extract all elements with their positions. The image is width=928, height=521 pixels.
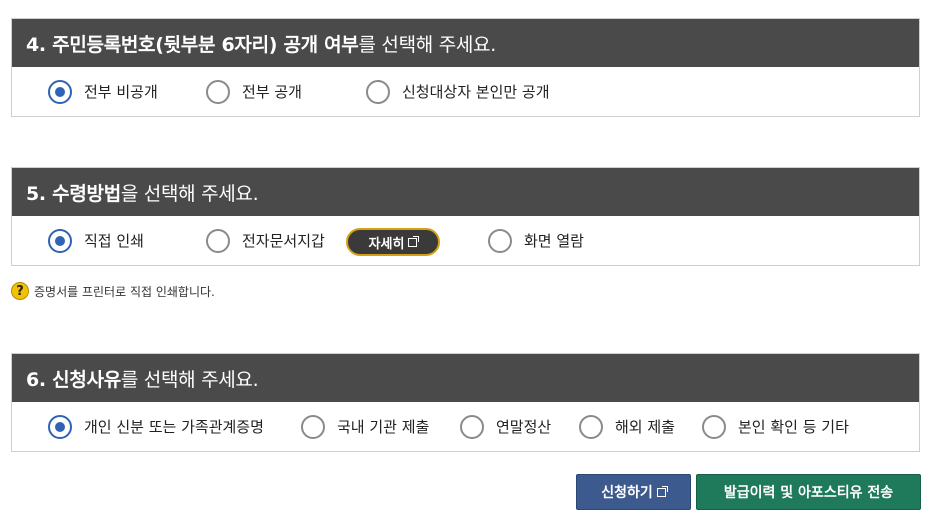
help-text: 증명서를 프린터로 직접 인쇄합니다. [34, 284, 215, 299]
radio-option-e-wallet[interactable]: 전자문서지갑 [206, 216, 325, 265]
section-receive-method: 5. 수령방법 을 선택해 주세요. 직접 인쇄 전자문서지갑 자세히 화면 열람 [11, 167, 920, 266]
radio-label: 직접 인쇄 [84, 232, 144, 250]
radio-option-personal-family[interactable]: 개인 신분 또는 가족관계증명 [48, 402, 264, 451]
radio-option-all-private[interactable]: 전부 비공개 [48, 67, 158, 116]
radio-label: 전부 공개 [242, 83, 302, 101]
radio-label: 본인 확인 등 기타 [738, 418, 849, 436]
radio-option-domestic-agency[interactable]: 국내 기관 제출 [301, 402, 429, 451]
section-4-header: 4. 주민등록번호(뒷부분 6자리) 공개 여부 를 선택해 주세요. [12, 19, 919, 67]
radio-label: 화면 열람 [524, 232, 584, 250]
radio-option-overseas[interactable]: 해외 제출 [579, 402, 675, 451]
section-resident-number-disclosure: 4. 주민등록번호(뒷부분 6자리) 공개 여부 를 선택해 주세요. 전부 비공… [11, 18, 920, 117]
receive-method-help: ? 증명서를 프린터로 직접 인쇄합니다. [11, 282, 215, 300]
radio-label: 국내 기관 제출 [337, 418, 430, 436]
radio-unchecked-icon[interactable] [301, 414, 325, 439]
radio-option-screen-view[interactable]: 화면 열람 [488, 216, 584, 265]
radio-label: 해외 제출 [615, 418, 675, 436]
radio-unchecked-icon[interactable] [206, 228, 230, 253]
question-icon: ? [11, 282, 29, 300]
radio-label: 연말정산 [496, 418, 552, 436]
radio-option-self-only-public[interactable]: 신청대상자 본인만 공개 [366, 67, 550, 116]
radio-checked-icon[interactable] [48, 414, 72, 439]
radio-unchecked-icon[interactable] [488, 228, 512, 253]
radio-label: 전자문서지갑 [242, 232, 325, 250]
detail-button[interactable]: 자세히 [346, 228, 440, 256]
radio-unchecked-icon[interactable] [702, 414, 726, 439]
detail-button-label: 자세히 [368, 236, 405, 252]
apply-button-label: 신청하기 [601, 485, 653, 501]
section-6-title-bold: 6. 신청사유 [26, 368, 121, 391]
section-6-title-rest: 를 선택해 주세요. [120, 368, 259, 391]
radio-unchecked-icon[interactable] [460, 414, 484, 439]
section-request-reason: 6. 신청사유 를 선택해 주세요. 개인 신분 또는 가족관계증명 국내 기관 … [11, 353, 920, 452]
radio-option-direct-print[interactable]: 직접 인쇄 [48, 216, 144, 265]
section-6-options: 개인 신분 또는 가족관계증명 국내 기관 제출 연말정산 해외 제출 본인 확… [12, 402, 919, 451]
section-5-title-bold: 5. 수령방법 [26, 182, 121, 205]
radio-unchecked-icon[interactable] [206, 79, 230, 104]
radio-option-other[interactable]: 본인 확인 등 기타 [702, 402, 849, 451]
radio-option-year-end-tax[interactable]: 연말정산 [460, 402, 551, 451]
radio-unchecked-icon[interactable] [366, 79, 390, 104]
issuance-history-button[interactable]: 발급이력 및 아포스티유 전송 [696, 474, 921, 510]
section-6-header: 6. 신청사유 를 선택해 주세요. [12, 354, 919, 402]
radio-checked-icon[interactable] [48, 79, 72, 104]
section-4-title-rest: 를 선택해 주세요. [358, 33, 497, 56]
radio-label: 신청대상자 본인만 공개 [402, 83, 550, 101]
section-4-title-bold: 4. 주민등록번호(뒷부분 6자리) 공개 여부 [26, 33, 359, 56]
radio-label: 전부 비공개 [84, 83, 158, 101]
radio-label: 개인 신분 또는 가족관계증명 [84, 418, 264, 436]
radio-unchecked-icon[interactable] [579, 414, 603, 439]
section-5-options: 직접 인쇄 전자문서지갑 자세히 화면 열람 [12, 216, 919, 265]
issuance-history-button-label: 발급이력 및 아포스티유 전송 [723, 485, 894, 501]
section-5-header: 5. 수령방법 을 선택해 주세요. [12, 168, 919, 216]
external-link-icon [408, 235, 420, 247]
radio-option-all-public[interactable]: 전부 공개 [206, 67, 302, 116]
apply-button[interactable]: 신청하기 [576, 474, 691, 510]
external-link-icon [656, 485, 668, 497]
section-5-title-rest: 을 선택해 주세요. [120, 182, 259, 205]
radio-checked-icon[interactable] [48, 228, 72, 253]
section-4-options: 전부 비공개 전부 공개 신청대상자 본인만 공개 [12, 67, 919, 116]
